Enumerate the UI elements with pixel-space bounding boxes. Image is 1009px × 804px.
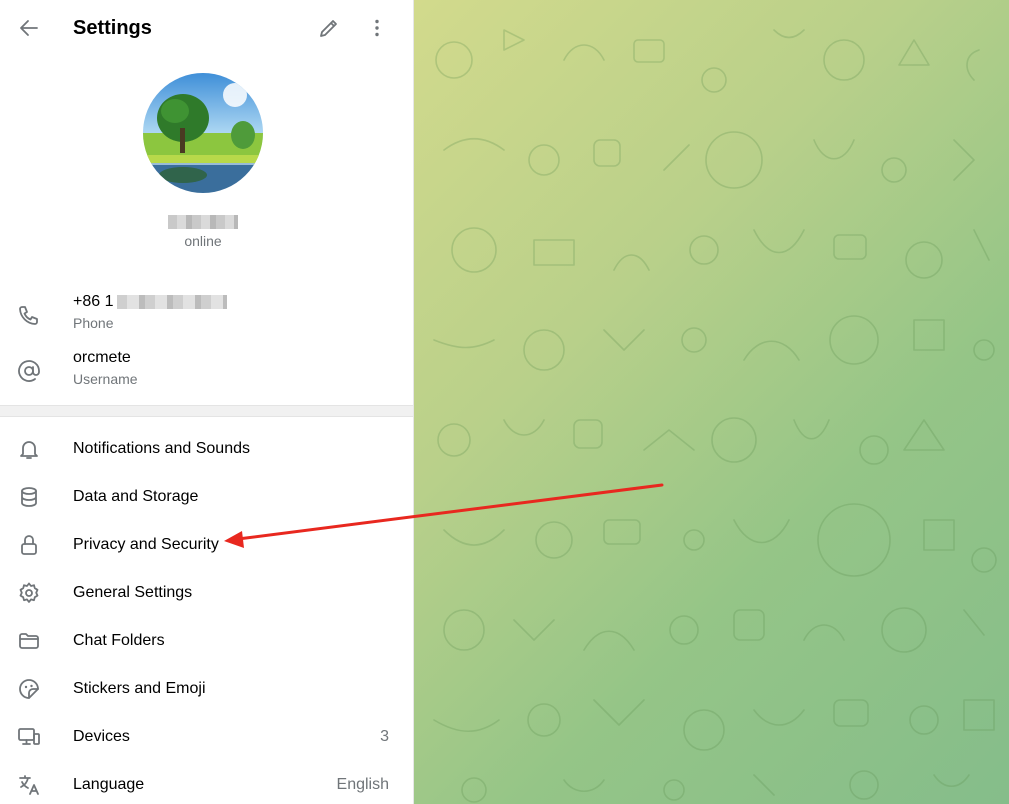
database-icon (17, 485, 41, 509)
phone-icon (17, 303, 41, 327)
lock-icon (17, 533, 41, 557)
menu-item-label: Stickers and Emoji (73, 680, 206, 697)
more-options-button[interactable] (357, 8, 397, 48)
back-button[interactable] (9, 8, 49, 48)
at-sign-icon (17, 359, 41, 383)
more-vertical-icon (375, 19, 379, 37)
devices-count: 3 (380, 728, 389, 745)
devices-icon (17, 725, 41, 749)
menu-item-notifications[interactable]: Notifications and Sounds (0, 425, 413, 473)
menu-item-label: Notifications and Sounds (73, 440, 250, 457)
arrow-left-icon (20, 20, 38, 36)
phone-value: +86 1 (73, 293, 228, 311)
page-title: Settings (73, 17, 152, 39)
menu-item-label: Language (73, 776, 145, 793)
landscape-avatar-image (143, 73, 263, 193)
edit-profile-button[interactable] (309, 8, 349, 48)
menu-item-privacy-security[interactable]: Privacy and Security (0, 521, 413, 569)
menu-item-chat-folders[interactable]: Chat Folders (0, 617, 413, 665)
translate-icon (17, 773, 41, 797)
profile-name: g (168, 215, 238, 229)
profile-status: online (184, 233, 222, 249)
menu-item-language[interactable]: Language English (0, 761, 413, 804)
menu-item-label: Privacy and Security (73, 536, 219, 553)
username-row[interactable]: orcmete Username (0, 343, 413, 399)
menu-item-label: Devices (73, 728, 130, 745)
username-value: orcmete (73, 349, 131, 366)
folder-icon (17, 629, 41, 653)
menu-item-data-storage[interactable]: Data and Storage (0, 473, 413, 521)
menu-item-label: Chat Folders (73, 632, 165, 649)
menu-item-stickers-emoji[interactable]: Stickers and Emoji (0, 665, 413, 713)
settings-sidebar: Settings online +86 1 Phone orcmete User… (0, 0, 414, 804)
pencil-icon (320, 20, 337, 37)
username-label: Username (73, 371, 138, 387)
phone-row[interactable]: +86 1 Phone (0, 287, 413, 343)
phone-label: Phone (73, 315, 114, 331)
language-value: English (336, 776, 389, 793)
bell-icon (17, 437, 41, 461)
redacted-phone-digits (117, 294, 228, 309)
gear-icon (17, 581, 41, 605)
sticker-icon (17, 677, 41, 701)
menu-item-label: General Settings (73, 584, 193, 601)
menu-item-devices[interactable]: Devices 3 (0, 713, 413, 761)
settings-header: Settings (0, 0, 413, 56)
section-divider (0, 405, 413, 417)
menu-item-label: Data and Storage (73, 488, 199, 505)
doodle-pattern (433, 29, 997, 803)
menu-item-general-settings[interactable]: General Settings (0, 569, 413, 617)
chat-background (414, 0, 1009, 804)
avatar[interactable] (143, 73, 263, 193)
